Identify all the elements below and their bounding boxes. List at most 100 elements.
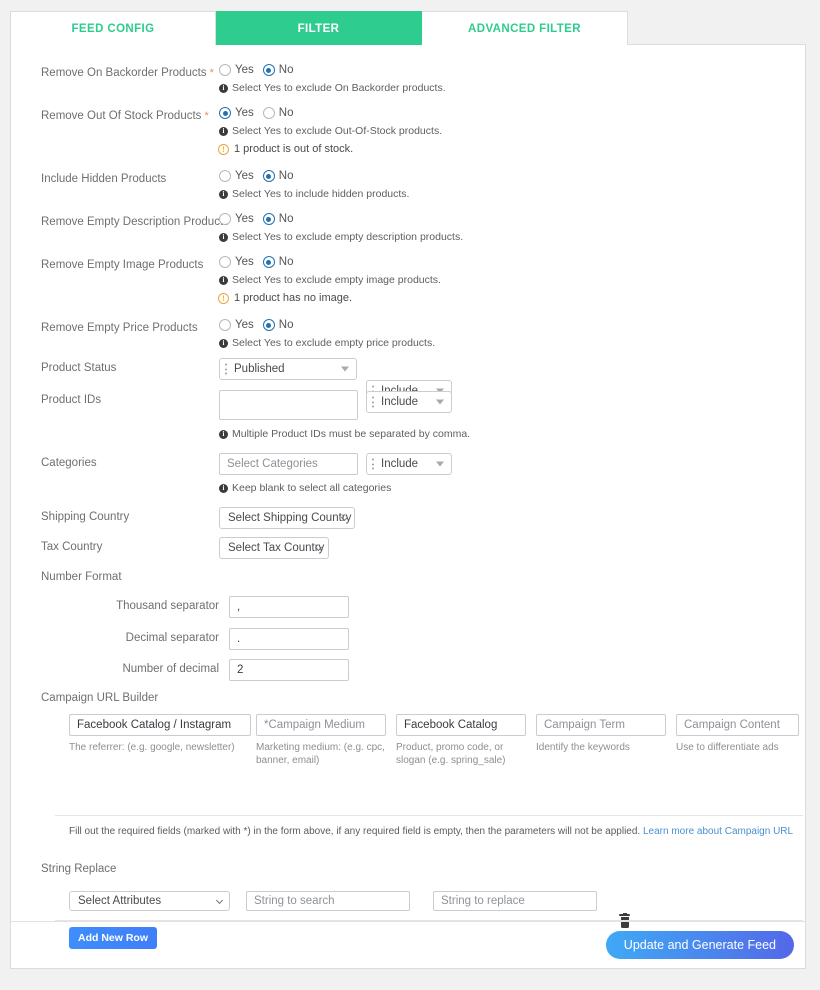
radio-remove-on-backorder-no[interactable]: No <box>263 64 294 76</box>
hint-campaign-name: Product, promo code, or slogan (e.g. spr… <box>396 741 526 767</box>
tab-advanced-filter[interactable]: ADVANCED FILTER <box>422 11 628 45</box>
radio-remove-on-backorder-yes[interactable]: Yes <box>219 64 254 76</box>
radio-circle-icon <box>219 213 231 225</box>
select-product-status[interactable]: Published <box>219 358 357 380</box>
help-text: Select Yes to exclude Out-Of-Stock produ… <box>232 125 442 137</box>
tab-filter[interactable]: FILTER <box>216 11 422 45</box>
trash-lid <box>619 914 630 916</box>
input-string-to-replace[interactable] <box>433 891 597 911</box>
drag-handle-icon[interactable] <box>225 364 228 375</box>
select-product-ids-mode[interactable]: Include <box>366 391 452 413</box>
label-remove-on-backorder: Remove On Backorder Products * <box>41 67 214 79</box>
help-categories: i Keep blank to select all categories <box>219 482 391 494</box>
textarea-product-ids[interactable] <box>219 390 358 420</box>
campaign-url-learn-more-link[interactable]: Learn more about Campaign URL <box>643 826 793 837</box>
input-decimal-separator[interactable] <box>229 628 349 650</box>
drag-handle-icon[interactable] <box>372 397 375 408</box>
radio-remove-empty-price-no[interactable]: No <box>263 319 294 331</box>
label-text: Remove Empty Description Products <box>41 216 229 228</box>
update-and-generate-feed-button[interactable]: Update and Generate Feed <box>606 931 794 959</box>
chevron-down-icon <box>216 897 223 904</box>
info-icon: i <box>219 430 228 439</box>
label-remove-empty-image: Remove Empty Image Products <box>41 259 203 271</box>
radio-group-remove-empty-price[interactable]: Yes No <box>219 319 293 331</box>
radio-label: Yes <box>235 170 254 182</box>
radio-label: No <box>279 319 294 331</box>
info-icon: i <box>219 127 228 136</box>
radio-include-hidden-no[interactable]: No <box>263 170 294 182</box>
select-shipping-country[interactable]: Select Shipping Country <box>219 507 355 529</box>
help-text: Multiple Product IDs must be separated b… <box>232 428 470 440</box>
radio-remove-empty-image-no[interactable]: No <box>263 256 294 268</box>
radio-remove-out-of-stock-no[interactable]: No <box>263 107 294 119</box>
campaign-name-column: Product, promo code, or slogan (e.g. spr… <box>396 714 526 767</box>
field-product-ids: Product IDs Include i Multiple Product I… <box>11 390 805 412</box>
chevron-down-icon <box>436 400 444 405</box>
info-icon: i <box>219 84 228 93</box>
label-text: Tax Country <box>41 541 102 553</box>
radio-group-remove-out-of-stock[interactable]: Yes No <box>219 107 293 119</box>
radio-group-remove-on-backorder[interactable]: Yes No <box>219 64 293 76</box>
radio-label: Yes <box>235 107 254 119</box>
input-campaign-medium[interactable] <box>256 714 386 736</box>
select-categories-mode[interactable]: Include <box>366 453 452 475</box>
radio-label: No <box>279 170 294 182</box>
select-tax-country[interactable]: Select Tax Country <box>219 537 329 559</box>
label-text: Campaign URL Builder <box>41 692 158 704</box>
radio-remove-empty-price-yes[interactable]: Yes <box>219 319 254 331</box>
label-campaign-url-builder: Campaign URL Builder <box>41 692 158 704</box>
radio-group-remove-empty-image[interactable]: Yes No <box>219 256 293 268</box>
radio-circle-icon <box>219 170 231 182</box>
help-text: Select Yes to exclude empty description … <box>232 231 463 243</box>
label-text: Include Hidden Products <box>41 173 166 185</box>
label-text: Remove Empty Image Products <box>41 259 203 271</box>
radio-circle-selected-icon <box>263 64 275 76</box>
radio-include-hidden-yes[interactable]: Yes <box>219 170 254 182</box>
help-text: Keep blank to select all categories <box>232 482 391 494</box>
input-number-of-decimal[interactable] <box>229 659 349 681</box>
input-thousand-separator[interactable] <box>229 596 349 618</box>
select-value: Published <box>220 363 285 375</box>
input-campaign-source[interactable] <box>69 714 251 736</box>
field-categories: Categories Include i Keep blank to selec… <box>11 453 805 475</box>
label-tax-country: Tax Country <box>41 541 102 553</box>
required-marker: * <box>201 110 208 122</box>
help-remove-empty-image: i Select Yes to exclude empty image prod… <box>219 274 441 286</box>
input-campaign-content[interactable] <box>676 714 799 736</box>
page-root: FEED CONFIG FILTER ADVANCED FILTER Remov… <box>0 0 820 990</box>
label-text: Remove Out Of Stock Products <box>41 110 201 122</box>
label-product-ids: Product IDs <box>41 394 101 406</box>
help-text: Select Yes to exclude empty image produc… <box>232 274 441 286</box>
radio-group-remove-empty-description[interactable]: Yes No <box>219 213 293 225</box>
input-categories[interactable] <box>219 453 358 475</box>
drag-handle-icon[interactable] <box>372 459 375 470</box>
label-number-of-decimal: Number of decimal <box>29 663 219 675</box>
radio-label: No <box>279 64 294 76</box>
input-campaign-name[interactable] <box>396 714 526 736</box>
help-product-ids: i Multiple Product IDs must be separated… <box>219 428 470 440</box>
radio-label: No <box>279 256 294 268</box>
radio-circle-selected-icon <box>263 213 275 225</box>
radio-remove-empty-description-yes[interactable]: Yes <box>219 213 254 225</box>
tab-bar: FEED CONFIG FILTER ADVANCED FILTER <box>10 11 628 45</box>
label-text: Remove On Backorder Products <box>41 67 207 79</box>
radio-remove-empty-description-no[interactable]: No <box>263 213 294 225</box>
radio-remove-out-of-stock-yes[interactable]: Yes <box>219 107 254 119</box>
help-remove-out-of-stock: i Select Yes to exclude Out-Of-Stock pro… <box>219 125 442 137</box>
radio-group-include-hidden[interactable]: Yes No <box>219 170 293 182</box>
select-string-replace-attribute[interactable]: Select Attributes <box>69 891 230 911</box>
input-string-to-search[interactable] <box>246 891 410 911</box>
campaign-source-column: The referrer: (e.g. google, newsletter) <box>69 714 251 754</box>
campaign-divider <box>55 815 803 816</box>
chevron-down-icon <box>436 462 444 467</box>
label-string-replace: String Replace <box>41 863 116 875</box>
input-campaign-term[interactable] <box>536 714 666 736</box>
radio-circle-selected-icon <box>263 319 275 331</box>
help-remove-empty-price: i Select Yes to exclude empty price prod… <box>219 337 435 349</box>
label-text: Product Status <box>41 362 116 374</box>
tab-feed-config[interactable]: FEED CONFIG <box>10 11 216 45</box>
warning-text: 1 product is out of stock. <box>234 143 353 155</box>
campaign-medium-column: Marketing medium: (e.g. cpc, banner, ema… <box>256 714 386 767</box>
label-text: Categories <box>41 457 97 469</box>
radio-remove-empty-image-yes[interactable]: Yes <box>219 256 254 268</box>
